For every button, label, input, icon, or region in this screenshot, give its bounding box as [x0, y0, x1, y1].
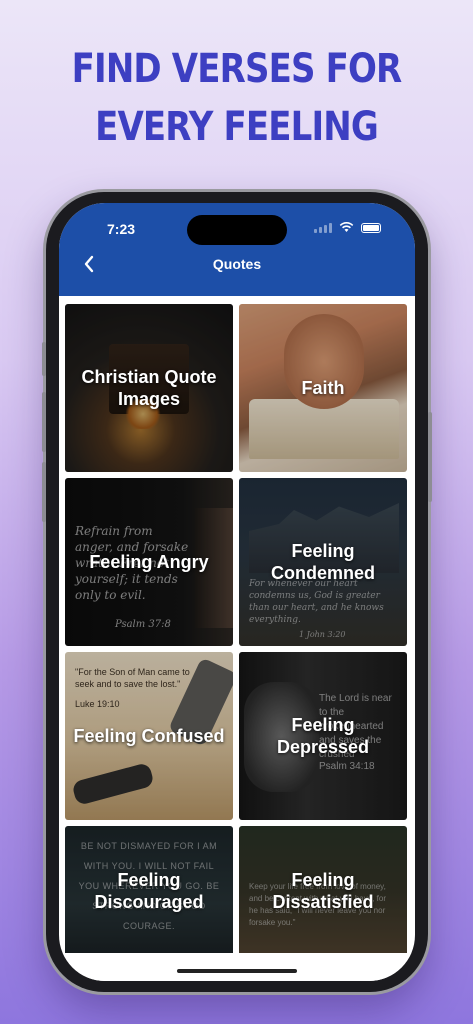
mute-switch [42, 462, 46, 522]
tile-label: Christian Quote Images [81, 367, 217, 409]
tile-label: Feeling Discouraged [94, 870, 204, 912]
tile-label: Feeling Condemned [270, 541, 375, 583]
bottom-safe-area [59, 953, 415, 981]
battery-icon [361, 222, 381, 233]
page-title: Quotes [212, 256, 262, 272]
top-bar: 7:23 Quotes [59, 203, 415, 296]
status-time: 7:23 [107, 221, 136, 237]
volume-down-button [42, 392, 46, 452]
tile-feeling-dissatisfied[interactable]: Keep your life free from love of money, … [239, 826, 407, 956]
tile-label: Faith [301, 378, 345, 398]
cellular-signal-icon [314, 222, 332, 233]
headline-line-2: EVERY FEELING [95, 104, 379, 150]
headline-line-1: FIND VERSES FOR [71, 46, 403, 92]
volume-up-button [42, 342, 46, 376]
quote-category-grid: Christian Quote Images Faith Refrain fro… [65, 304, 409, 956]
app-screen: 7:23 Quotes Christian Quote Images Faith… [59, 203, 415, 981]
headline: FIND VERSES FOR EVERY FEELING [35, 40, 437, 156]
tile-feeling-condemned[interactable]: For whenever our heart condemns us, God … [239, 478, 407, 646]
phone-frame: 7:23 Quotes Christian Quote Images Faith… [42, 192, 432, 992]
tile-feeling-discouraged[interactable]: BE NOT DISMAYED FOR I AM WITH YOU. I WIL… [65, 826, 233, 956]
tile-christian-quote-images[interactable]: Christian Quote Images [65, 304, 233, 472]
tile-feeling-confused[interactable]: "For the Son of Man came to seek and to … [65, 652, 233, 820]
tile-feeling-depressed[interactable]: The Lord is near to the brokenhearted an… [239, 652, 407, 820]
tile-label: Feeling Confused [73, 726, 225, 746]
tile-label: Feeling Depressed [276, 715, 370, 757]
power-button [428, 412, 432, 502]
wifi-icon [339, 222, 354, 232]
tile-label: Feeling Dissatisfied [272, 870, 374, 912]
dynamic-island [187, 215, 287, 245]
tile-feeling-angry[interactable]: Refrain from anger, and forsake wrath! F… [65, 478, 233, 646]
tile-label: Feeling Angry [89, 552, 209, 572]
home-indicator[interactable] [177, 969, 297, 973]
tile-faith[interactable]: Faith [239, 304, 407, 472]
status-icons [314, 222, 381, 233]
